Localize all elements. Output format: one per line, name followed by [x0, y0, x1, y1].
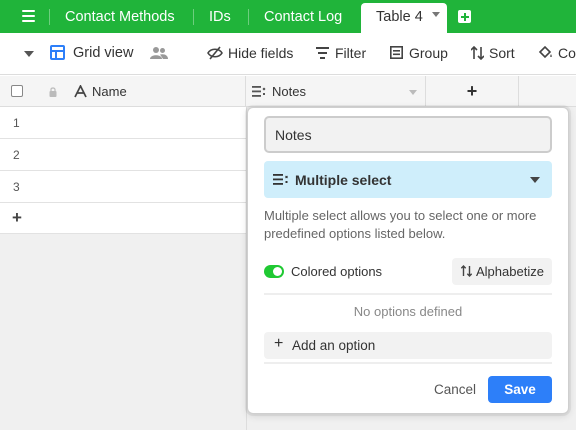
- multiple-select-icon: [273, 174, 288, 185]
- field-type-description: Multiple select allows you to select one…: [264, 208, 537, 241]
- view-switcher-caret-icon[interactable]: [24, 51, 34, 57]
- color-button[interactable]: Color: [558, 45, 576, 61]
- alphabetize-label: Alphabetize: [476, 264, 544, 279]
- group-icon: [390, 46, 403, 59]
- plus-icon: +: [274, 335, 284, 352]
- empty-grid-area: [0, 234, 246, 430]
- add-option-label: Add an option: [292, 338, 376, 353]
- tab-contact-methods[interactable]: Contact Methods: [49, 0, 204, 33]
- tab-label: Table 4: [376, 9, 423, 25]
- hide-fields-icon: [207, 46, 223, 60]
- group-button[interactable]: Group: [409, 45, 448, 61]
- tab-label: Contact Log: [264, 9, 343, 25]
- tab-menu-caret-icon[interactable]: [432, 12, 440, 17]
- column-header-name[interactable]: Name: [64, 76, 246, 107]
- hide-fields-button[interactable]: Hide fields: [228, 45, 293, 61]
- alphabetize-button[interactable]: Alphabetize: [452, 258, 552, 285]
- view-name[interactable]: Grid view: [73, 45, 133, 61]
- add-field-button[interactable]: +: [426, 76, 519, 107]
- hamburger-menu-icon[interactable]: [22, 10, 35, 22]
- divider: [264, 362, 552, 364]
- grid-header-row: Name Notes +: [0, 76, 576, 107]
- row-number: 3: [13, 180, 20, 194]
- cancel-button[interactable]: Cancel: [434, 382, 476, 397]
- column-header-notes[interactable]: Notes: [246, 76, 426, 107]
- add-table-icon[interactable]: [458, 10, 471, 23]
- collaborators-icon[interactable]: [150, 46, 168, 60]
- column-header-label: Notes: [272, 84, 306, 99]
- table-row[interactable]: 2: [0, 139, 246, 171]
- save-button[interactable]: Save: [488, 376, 552, 403]
- text-field-icon: [74, 85, 87, 98]
- grid-view-icon: [50, 45, 65, 60]
- column-header-label: Name: [92, 84, 127, 99]
- filter-icon: [316, 47, 329, 59]
- row-number: 2: [13, 148, 20, 162]
- multiple-select-icon: [252, 86, 266, 97]
- select-all-checkbox[interactable]: [11, 85, 23, 97]
- row-number: 1: [13, 116, 20, 130]
- filter-button[interactable]: Filter: [335, 45, 366, 61]
- tab-label: Contact Methods: [65, 9, 175, 25]
- field-type-select[interactable]: Multiple select: [264, 161, 552, 198]
- table-row[interactable]: 1: [0, 107, 246, 139]
- chevron-down-icon: [530, 177, 540, 183]
- column-menu-caret-icon[interactable]: [409, 90, 417, 95]
- tab-table-4[interactable]: Table 4: [361, 3, 447, 33]
- lock-icon: [49, 87, 57, 97]
- field-editor-popup: Multiple select Multiple select allows y…: [247, 107, 569, 414]
- colored-options-label: Colored options: [291, 264, 383, 279]
- add-row-label: +: [12, 208, 22, 227]
- tab-label: IDs: [209, 9, 231, 25]
- field-type-label: Multiple select: [295, 172, 392, 188]
- field-name-input[interactable]: [264, 116, 552, 153]
- divider: [264, 293, 552, 295]
- add-row-button[interactable]: +: [0, 203, 246, 234]
- sort-icon: [471, 46, 484, 60]
- add-option-button[interactable]: + Add an option: [264, 332, 552, 359]
- view-toolbar: Grid view Hide fields Filter Group Sort …: [0, 33, 576, 75]
- colored-options-toggle[interactable]: [264, 265, 284, 278]
- tab-ids[interactable]: IDs: [193, 0, 248, 33]
- table-row[interactable]: 3: [0, 171, 246, 203]
- empty-options-message: No options defined: [353, 304, 463, 319]
- sort-button[interactable]: Sort: [489, 45, 515, 61]
- color-bucket-icon: [538, 46, 552, 59]
- table-tab-bar: Contact Methods IDs Contact Log Table 4: [0, 0, 576, 33]
- tab-contact-log[interactable]: Contact Log: [248, 0, 361, 33]
- select-all-cell: [0, 76, 64, 107]
- sort-icon: [461, 265, 472, 277]
